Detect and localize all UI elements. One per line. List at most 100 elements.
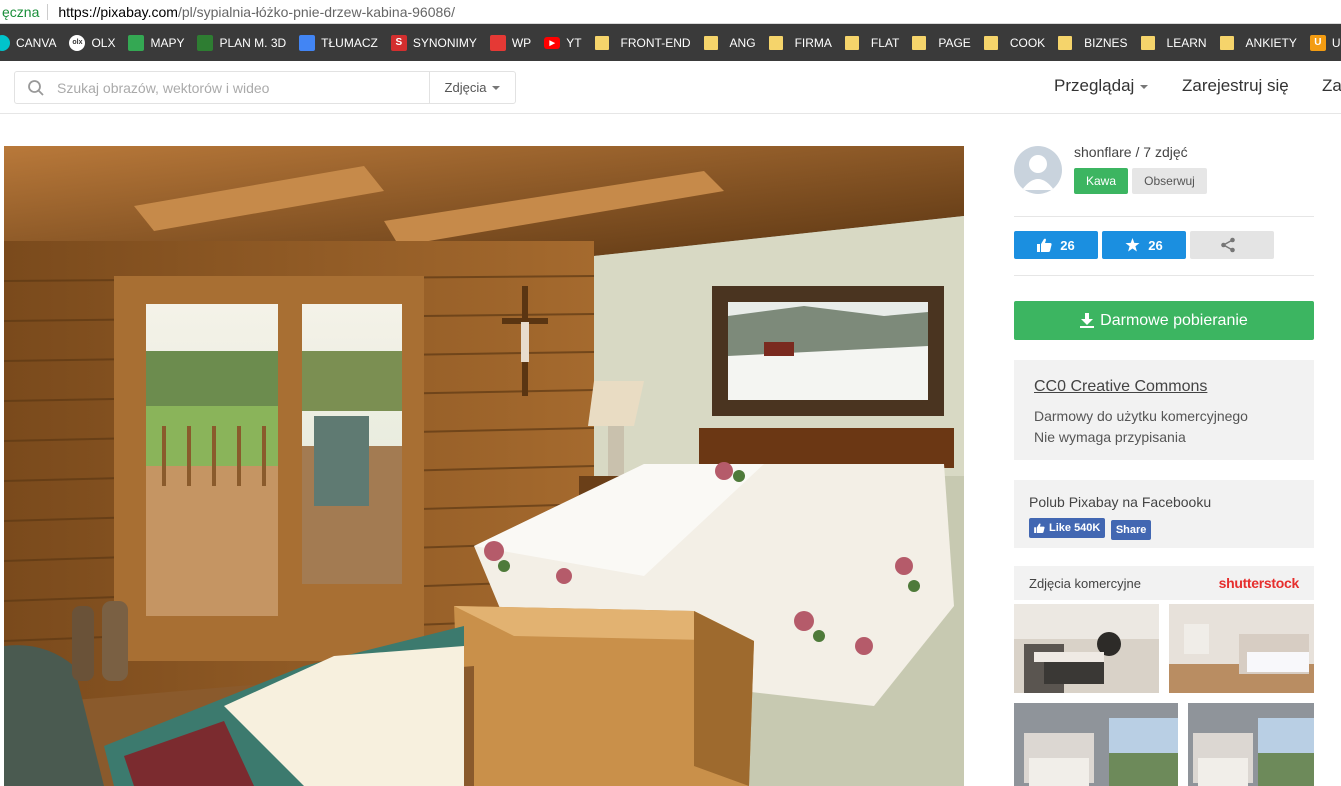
folder-icon — [594, 35, 609, 50]
bookmark-label: WP — [511, 35, 532, 50]
bookmark-item[interactable]: S SYNONIMY — [390, 34, 477, 51]
license-box: CC0 Creative Commons Darmowy do użytku k… — [1014, 360, 1314, 460]
translate-icon — [299, 34, 316, 51]
divider — [47, 3, 49, 20]
chevron-down-icon — [492, 85, 501, 90]
canva-icon — [0, 34, 10, 51]
bookmark-item[interactable]: TŁUMACZ — [299, 34, 378, 51]
license-line: Nie wymaga przypisania — [1034, 429, 1186, 445]
facebook-title: Polub Pixabay na Facebooku — [1029, 494, 1212, 510]
bookmark-item[interactable]: ▶ YT — [544, 36, 582, 50]
search-input[interactable] — [57, 72, 429, 103]
bookmark-label: MAPY — [150, 35, 185, 50]
nav-browse[interactable]: Przeglądaj — [1054, 76, 1149, 96]
avatar[interactable] — [1014, 146, 1062, 194]
share-button[interactable] — [1190, 231, 1274, 259]
facebook-like-button[interactable]: Like 540K — [1029, 518, 1106, 538]
thumbs-up-icon — [1034, 523, 1045, 533]
synonimy-icon: S — [390, 34, 407, 51]
stock-thumbnail[interactable] — [1169, 604, 1314, 693]
bookmark-label: SYNONIMY — [412, 35, 477, 50]
url-text[interactable]: https://pixabay.com/pl/sypialnia-łóżko-p… — [58, 4, 455, 20]
stock-thumbnail[interactable] — [1014, 604, 1159, 693]
bookmark-label: LEARN — [1166, 35, 1207, 50]
plan-icon — [197, 34, 214, 51]
bookmark-item[interactable]: olx OLX — [69, 34, 116, 51]
bookmark-label: ANKIETY — [1245, 35, 1297, 50]
like-count: 26 — [1060, 237, 1075, 253]
shutterstock-logo[interactable]: shutterstock — [1219, 575, 1300, 591]
wp-icon — [489, 34, 506, 51]
bookmark-label: FLAT — [870, 35, 900, 50]
security-label: ęczna — [2, 3, 40, 20]
bookmarks-bar: CANVA olx OLX MAPY PLAN M. 3D TŁUMACZ S SYNONIM… — [0, 24, 1341, 61]
youtube-icon: ▶ — [544, 36, 561, 49]
bookmark-item[interactable]: WP — [489, 34, 532, 51]
folder-icon — [844, 35, 859, 50]
bookmark-label: BIZNES — [1084, 35, 1128, 50]
bookmark-item[interactable]: U USOS — [1309, 34, 1341, 51]
chevron-down-icon — [1140, 84, 1149, 89]
favorite-count: 26 — [1148, 237, 1163, 253]
bookmark-item[interactable]: FRONT-END — [594, 35, 691, 50]
star-icon — [1125, 238, 1140, 252]
folder-icon — [983, 35, 998, 50]
favorite-button[interactable]: 26 — [1102, 231, 1186, 259]
download-button[interactable]: Darmowe pobieranie — [1014, 301, 1314, 340]
bookmark-item[interactable]: PAGE — [912, 35, 971, 50]
nav-login[interactable]: Za — [1322, 76, 1341, 96]
thumbs-up-icon — [1037, 238, 1052, 252]
facebook-share-button[interactable]: Share — [1110, 520, 1152, 540]
facebook-box: Polub Pixabay na Facebooku Like 540K Sha… — [1014, 480, 1314, 548]
folder-icon — [912, 35, 927, 50]
search-icon[interactable] — [15, 71, 57, 104]
bookmark-item[interactable]: ANG — [703, 35, 756, 50]
search-box: Zdjęcia — [14, 71, 516, 104]
bookmark-label: PLAN M. 3D — [219, 35, 287, 50]
folder-icon — [1219, 35, 1234, 50]
bookmark-item[interactable]: MAPY — [128, 34, 185, 51]
folder-icon — [1140, 35, 1155, 50]
bookmark-label: FRONT-END — [620, 35, 691, 50]
stock-thumbnail[interactable] — [1014, 703, 1178, 786]
bookmark-item[interactable]: CANVA — [0, 34, 57, 51]
license-line: Darmowy do użytku komercyjnego — [1034, 408, 1248, 424]
share-icon — [1221, 237, 1235, 253]
bookmark-label: COOK — [1009, 35, 1046, 50]
stock-thumbnail[interactable] — [1188, 703, 1314, 786]
olx-icon: olx — [69, 34, 86, 51]
nav-register[interactable]: Zarejestruj się — [1182, 76, 1289, 96]
bookmark-label: PAGE — [938, 35, 971, 50]
divider — [1014, 275, 1314, 276]
bookmark-label: TŁUMACZ — [321, 35, 378, 50]
license-title[interactable]: CC0 Creative Commons — [1034, 378, 1294, 396]
coffee-button[interactable]: Kawa — [1074, 168, 1128, 194]
folder-icon — [703, 35, 718, 50]
bookmark-label: ANG — [729, 35, 756, 50]
folder-icon — [1058, 35, 1073, 50]
maps-icon — [128, 34, 145, 51]
bookmark-item[interactable]: COOK — [983, 35, 1046, 50]
divider — [1014, 216, 1314, 217]
bookmark-item[interactable]: PLAN M. 3D — [197, 34, 287, 51]
usos-icon: U — [1309, 34, 1326, 51]
main-photo[interactable] — [4, 146, 964, 786]
bookmark-item[interactable]: ANKIETY — [1219, 35, 1297, 50]
bookmark-label: FIRMA — [794, 35, 832, 50]
like-button[interactable]: 26 — [1014, 231, 1098, 259]
site-header: Zdjęcia Przeglądaj Zarejestruj się Za — [0, 61, 1341, 114]
bookmark-label: OLX — [91, 35, 116, 50]
bookmark-item[interactable]: BIZNES — [1058, 35, 1128, 50]
author-name[interactable]: shonflare / 7 zdjęć — [1074, 144, 1188, 160]
folder-icon — [768, 35, 783, 50]
follow-button[interactable]: Obserwuj — [1132, 168, 1207, 194]
download-icon — [1080, 313, 1095, 328]
bookmark-item[interactable]: LEARN — [1140, 35, 1207, 50]
address-bar[interactable]: ęczna https://pixabay.com/pl/sypialnia-ł… — [0, 0, 1341, 24]
bookmark-label: USOS — [1331, 35, 1341, 50]
bookmark-item[interactable]: FLAT — [844, 35, 900, 50]
shutterstock-title: Zdjęcia komercyjne — [1029, 575, 1141, 591]
bookmark-item[interactable]: FIRMA — [768, 35, 832, 50]
bookmark-label: CANVA — [16, 35, 57, 50]
search-type-select[interactable]: Zdjęcia — [429, 72, 515, 103]
